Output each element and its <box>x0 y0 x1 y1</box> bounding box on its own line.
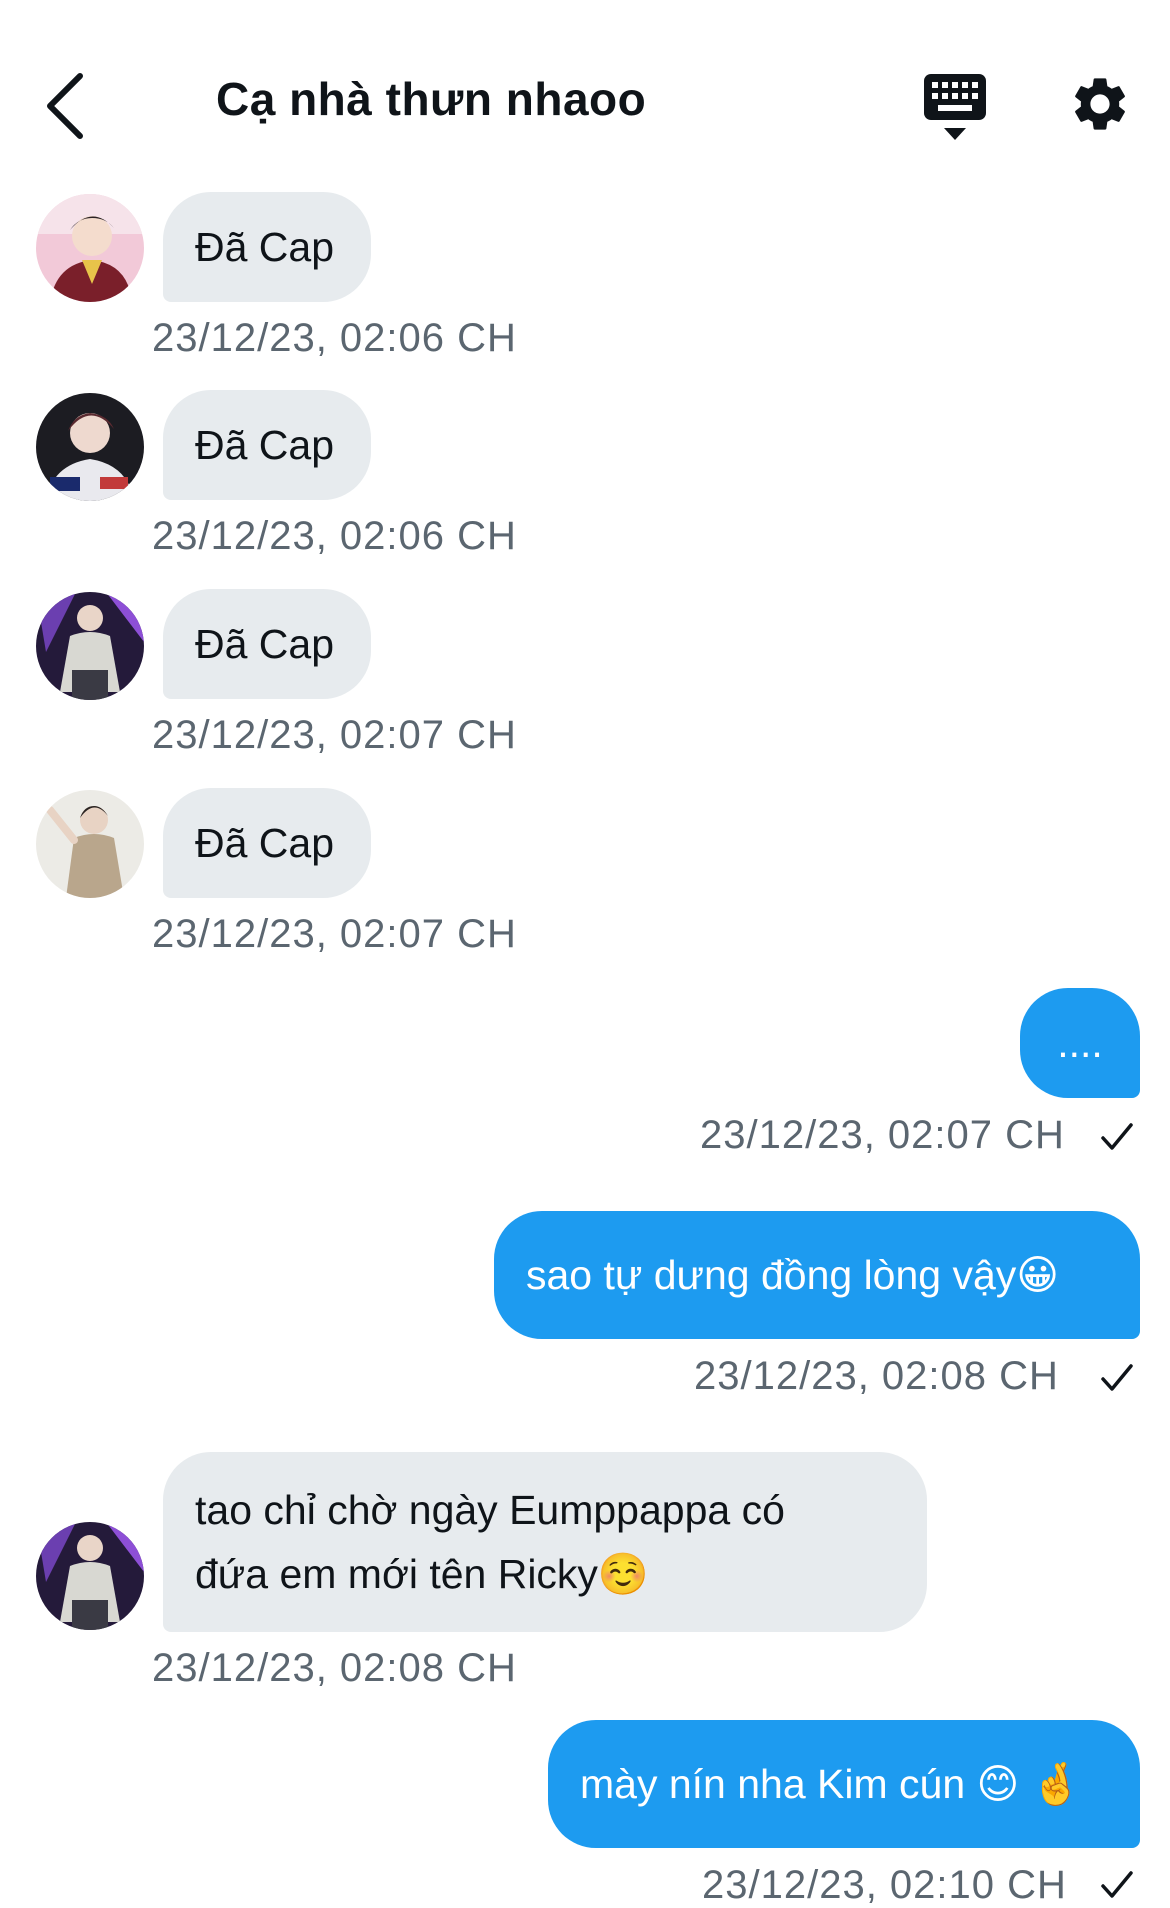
message-timestamp: 23/12/23, 02:08 CH <box>694 1354 1059 1398</box>
avatar[interactable] <box>36 393 144 501</box>
checkmark-icon <box>1101 1364 1133 1391</box>
avatar[interactable] <box>36 790 144 898</box>
message-bubble-outgoing[interactable]: mày nín nha Kim cún 😊 🤞 <box>548 1720 1140 1848</box>
checkmark-icon <box>1101 1871 1133 1898</box>
avatar-photo <box>36 194 144 302</box>
message-bubble-outgoing[interactable]: .... <box>1020 988 1140 1098</box>
message-bubble-incoming[interactable]: Đã Cap <box>163 390 371 500</box>
message-bubble-incoming[interactable]: Đã Cap <box>163 788 371 898</box>
message-timestamp: 23/12/23, 02:06 CH <box>152 316 517 360</box>
avatar-photo <box>36 1522 144 1630</box>
avatar-photo <box>36 393 144 501</box>
message-timestamp: 23/12/23, 02:08 CH <box>152 1646 517 1690</box>
avatar[interactable] <box>36 1522 144 1630</box>
gear-icon <box>1075 78 1125 130</box>
message-timestamp: 23/12/23, 02:07 CH <box>152 912 517 956</box>
message-text-line: đứa em mới tên Ricky☺️ <box>195 1551 649 1597</box>
chat-header: Cạ nhà thưn nhaoo <box>0 0 1170 180</box>
message-bubble-incoming[interactable]: Đã Cap <box>163 192 371 302</box>
message-bubble-incoming[interactable]: Đã Cap <box>163 589 371 699</box>
message-bubble-incoming[interactable]: tao chỉ chờ ngày Eumppappa có đứa em mới… <box>163 1452 927 1632</box>
message-text-line: tao chỉ chờ ngày Eumppappa có <box>195 1487 785 1533</box>
checkmark-icon <box>1101 1123 1133 1150</box>
keyboard-button[interactable] <box>922 72 988 144</box>
back-button[interactable] <box>38 66 98 146</box>
avatar-photo <box>36 592 144 700</box>
keyboard-icon <box>924 74 986 140</box>
message-timestamp: 23/12/23, 02:07 CH <box>152 713 517 757</box>
avatar[interactable] <box>36 592 144 700</box>
avatar-photo <box>36 790 144 898</box>
message-timestamp: 23/12/23, 02:06 CH <box>152 514 517 558</box>
chevron-left-icon <box>47 73 83 139</box>
message-timestamp: 23/12/23, 02:10 CH <box>702 1863 1067 1907</box>
conversation-title[interactable]: Cạ nhà thưn nhaoo <box>216 72 646 126</box>
message-bubble-outgoing[interactable]: sao tự dưng đồng lòng vậy😀 <box>494 1211 1140 1339</box>
message-timestamp: 23/12/23, 02:07 CH <box>700 1113 1065 1157</box>
avatar[interactable] <box>36 194 144 302</box>
settings-button[interactable] <box>1068 72 1132 136</box>
